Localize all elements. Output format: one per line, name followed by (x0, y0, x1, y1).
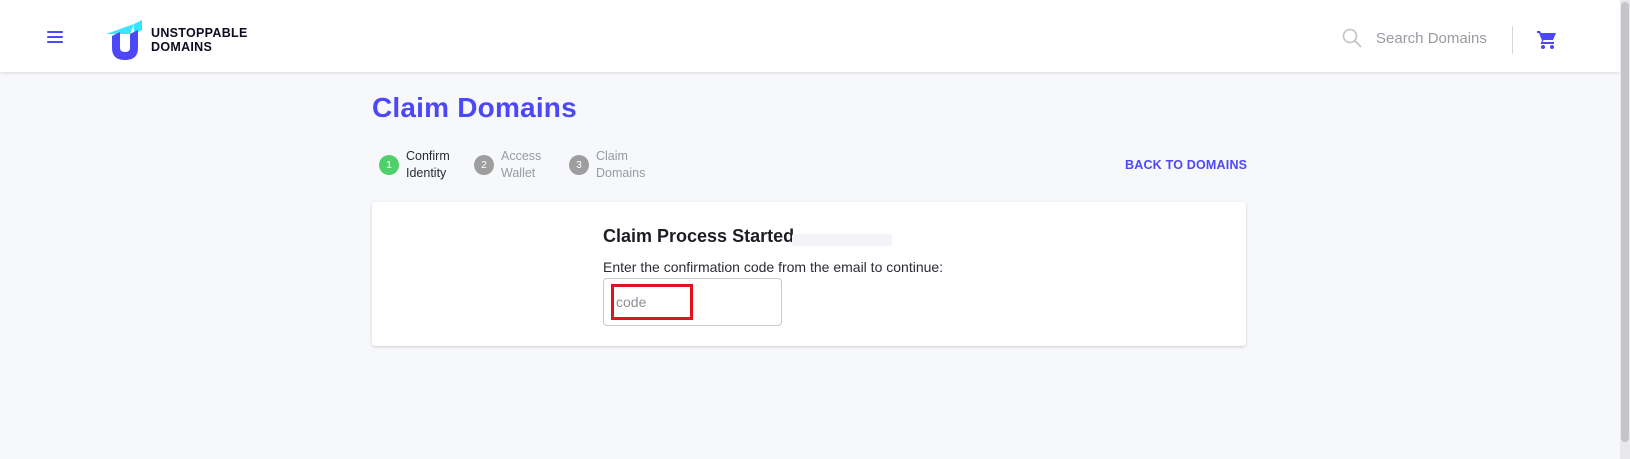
logo-mark-icon (104, 20, 144, 60)
unstoppable-domains-logo[interactable]: UNSTOPPABLE DOMAINS (104, 20, 248, 60)
code-placeholder: code (616, 294, 647, 310)
scrollbar-thumb[interactable] (1621, 2, 1629, 442)
step-label-line1: Access (501, 149, 542, 163)
card-instructions: Enter the confirmation code from the ema… (603, 259, 944, 275)
step-access-wallet: 2 Access Wallet (474, 148, 549, 182)
step-label-line1: Confirm (406, 149, 450, 163)
logo-text-line1: UNSTOPPABLE (151, 26, 248, 40)
card-title: Claim Process Started (603, 226, 795, 246)
step-number-badge: 3 (569, 155, 589, 175)
shopping-cart-icon[interactable] (1536, 30, 1558, 50)
step-claim-domains: 3 Claim Domains (569, 148, 646, 182)
logo-text-line2: DOMAINS (151, 40, 213, 54)
step-number-badge: 1 (379, 155, 399, 175)
step-number-badge: 2 (474, 155, 494, 175)
step-label-line2: Domains (596, 166, 646, 180)
step-confirm-identity: 1 Confirm Identity (379, 148, 454, 182)
back-to-domains-link[interactable]: BACK TO DOMAINS (1125, 158, 1247, 172)
page-scrollbar[interactable] (1620, 0, 1630, 459)
header-divider (1512, 26, 1513, 54)
search-placeholder: Search Domains (1376, 29, 1487, 47)
step-label-line2: Wallet (501, 166, 536, 180)
step-label-line2: Identity (406, 166, 447, 180)
faded-overlay (792, 234, 892, 246)
top-app-bar: UNSTOPPABLE DOMAINS Search Domains (0, 0, 1620, 72)
step-label-line1: Claim (596, 149, 628, 163)
claim-stepper: 1 Confirm Identity 2 Access Wallet 3 Cla… (379, 148, 664, 182)
search-domains-field[interactable]: Search Domains (1342, 28, 1487, 48)
page-title: Claim Domains (372, 92, 577, 123)
search-icon (1342, 28, 1362, 48)
confirmation-code-input[interactable]: code (603, 278, 782, 326)
claim-card: Claim Process Started Enter the confirma… (372, 202, 1246, 346)
hamburger-menu-icon[interactable] (44, 28, 66, 46)
